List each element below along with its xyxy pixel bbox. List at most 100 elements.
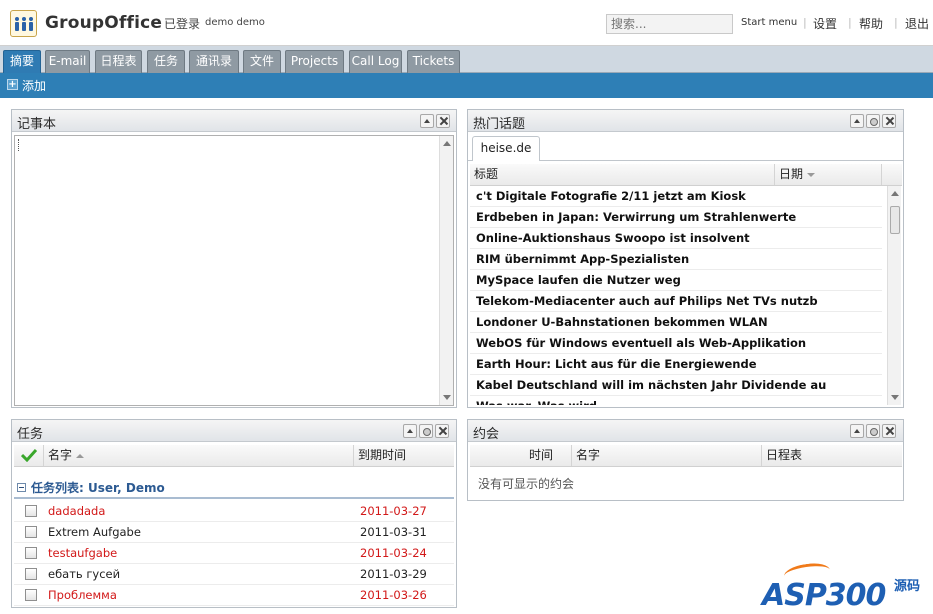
rss-item[interactable]: RIM übernimmt App-Spezialisten <box>470 249 882 270</box>
col-title-label: 标题 <box>474 167 499 181</box>
task-due-date: 2011-03-29 <box>360 567 427 581</box>
collapse-up-icon[interactable] <box>850 424 864 438</box>
col-due-label: 到期时间 <box>358 448 407 462</box>
col-calendar-header[interactable]: 日程表 <box>762 445 902 466</box>
rss-item-list: c't Digitale Fotografie 2/11 jetzt am Ki… <box>470 186 882 405</box>
tab-email[interactable]: E-mail <box>45 50 90 73</box>
tab-summary[interactable]: 摘要 <box>3 50 41 73</box>
task-name: testaufgabe <box>48 546 118 560</box>
close-icon[interactable] <box>882 424 896 438</box>
tab-tickets[interactable]: Tickets <box>407 50 460 73</box>
col-name-header[interactable]: 名字 <box>572 445 762 466</box>
app-name: GroupOffice <box>45 13 163 33</box>
separator: | <box>894 16 898 29</box>
search-input[interactable] <box>606 14 733 34</box>
appointments-portlet-header: 约会 <box>468 420 903 442</box>
appointments-grid-header: 时间 名字 日程表 <box>470 445 902 467</box>
rss-scrollbar[interactable] <box>887 186 901 405</box>
appointments-portlet-title: 约会 <box>473 427 500 442</box>
collapse-up-icon[interactable] <box>850 114 864 128</box>
separator: | <box>803 16 807 29</box>
help-link[interactable]: 帮助 <box>859 15 883 32</box>
task-complete-checkbox[interactable] <box>25 547 37 559</box>
logout-link[interactable]: 退出 <box>905 15 929 32</box>
close-icon[interactable] <box>882 114 896 128</box>
module-tabbar: 摘要 E-mail 日程表 任务 通讯录 文件 Projects Call Lo… <box>0 46 933 73</box>
col-name-header[interactable]: 名字 <box>44 445 354 466</box>
task-due-date: 2011-03-24 <box>360 546 427 560</box>
rss-item[interactable]: Earth Hour: Licht aus für die Energiewen… <box>470 354 882 375</box>
gear-icon[interactable] <box>866 114 880 128</box>
scroll-down-arrow-icon[interactable] <box>443 395 451 400</box>
rss-item[interactable]: Erdbeben in Japan: Verwirrung um Strahle… <box>470 207 882 228</box>
top-header: GroupOffice 已登录 demo demo Start menu | 设… <box>0 0 933 46</box>
rss-item[interactable]: Online-Auktionshaus Swoopo ist insolvent <box>470 228 882 249</box>
col-date-header[interactable]: 日期 <box>775 164 882 185</box>
tab-call-log[interactable]: Call Log <box>349 50 402 73</box>
tab-files[interactable]: 文件 <box>243 50 281 73</box>
start-menu-link[interactable]: Start menu <box>741 17 797 28</box>
collapse-up-icon[interactable] <box>420 114 434 128</box>
text-caret <box>18 139 20 151</box>
tab-tasks[interactable]: 任务 <box>147 50 185 73</box>
tab-calendar[interactable]: 日程表 <box>95 50 142 73</box>
scroll-up-arrow-icon[interactable] <box>891 191 899 196</box>
rss-item[interactable]: WebOS für Windows eventuell als Web-Appl… <box>470 333 882 354</box>
scroll-down-arrow-icon[interactable] <box>891 395 899 400</box>
col-due-header[interactable]: 到期时间 <box>354 445 454 466</box>
close-icon[interactable] <box>436 114 450 128</box>
col-complete-header[interactable] <box>14 445 44 466</box>
col-time-header[interactable]: 时间 <box>470 445 572 466</box>
task-name: Проблемма <box>48 588 117 602</box>
tasks-portlet-header: 任务 <box>12 420 456 442</box>
collapse-up-icon[interactable] <box>403 424 417 438</box>
task-name: ебать гусей <box>48 567 121 581</box>
task-due-date: 2011-03-31 <box>360 525 427 539</box>
rss-item[interactable]: Kabel Deutschland will im nächsten Jahr … <box>470 375 882 396</box>
notes-portlet-title: 记事本 <box>17 117 57 132</box>
task-complete-checkbox[interactable] <box>25 526 37 538</box>
rss-item[interactable]: Londoner U-Bahnstationen bekommen WLAN <box>470 312 882 333</box>
close-icon[interactable] <box>435 424 449 438</box>
notes-scrollbar[interactable] <box>439 136 453 405</box>
rss-item[interactable]: Was war. Was wird. <box>470 396 882 405</box>
plus-icon: + <box>7 79 18 90</box>
task-row[interactable]: Extrem Aufgabe 2011-03-31 <box>14 522 454 543</box>
rss-item[interactable]: Telekom-Mediacenter auch auf Philips Net… <box>470 291 882 312</box>
rss-portlet-header: 热门话题 <box>468 110 903 132</box>
rss-portlet-title: 热门话题 <box>473 117 526 132</box>
task-row[interactable]: ебать гусей 2011-03-29 <box>14 564 454 585</box>
collapse-minus-icon[interactable] <box>17 483 26 492</box>
task-row[interactable]: dadadada 2011-03-27 <box>14 501 454 522</box>
gear-icon[interactable] <box>419 424 433 438</box>
task-name: Extrem Aufgabe <box>48 525 141 539</box>
task-complete-checkbox[interactable] <box>25 505 37 517</box>
task-complete-checkbox[interactable] <box>25 568 37 580</box>
rss-grid-header: 标题 日期 <box>470 164 902 186</box>
task-row[interactable]: Проблемма 2011-03-26 <box>14 585 454 606</box>
task-complete-checkbox[interactable] <box>25 589 37 601</box>
task-due-date: 2011-03-26 <box>360 588 427 602</box>
notes-textarea[interactable] <box>14 135 454 406</box>
feed-tab-heise[interactable]: heise.de <box>472 136 540 161</box>
scroll-thumb[interactable] <box>890 206 900 234</box>
col-date-label: 日期 <box>779 167 804 181</box>
settings-link[interactable]: 设置 <box>813 15 837 32</box>
gear-icon[interactable] <box>866 424 880 438</box>
watermark-brand: ASP300 <box>762 578 886 613</box>
task-group-label: 任务列表: User, Demo <box>31 481 165 495</box>
notes-portlet-header: 记事本 <box>12 110 456 132</box>
tab-addressbook[interactable]: 通讯录 <box>189 50 239 73</box>
task-row[interactable]: testaufgabe 2011-03-24 <box>14 543 454 564</box>
task-group-row[interactable]: 任务列表: User, Demo <box>14 475 454 499</box>
tasks-portlet-title: 任务 <box>17 427 44 442</box>
col-time-label: 时间 <box>528 448 553 462</box>
col-title-header[interactable]: 标题 <box>470 164 775 185</box>
rss-item[interactable]: MySpace laufen die Nutzer weg <box>470 270 882 291</box>
sort-asc-icon <box>76 453 85 458</box>
scroll-up-arrow-icon[interactable] <box>443 141 451 146</box>
tab-projects[interactable]: Projects <box>285 50 344 73</box>
rss-item[interactable]: c't Digitale Fotografie 2/11 jetzt am Ki… <box>470 186 882 207</box>
col-name-label: 名字 <box>48 448 73 462</box>
no-appointments-text: 没有可显示的约会 <box>478 477 575 491</box>
